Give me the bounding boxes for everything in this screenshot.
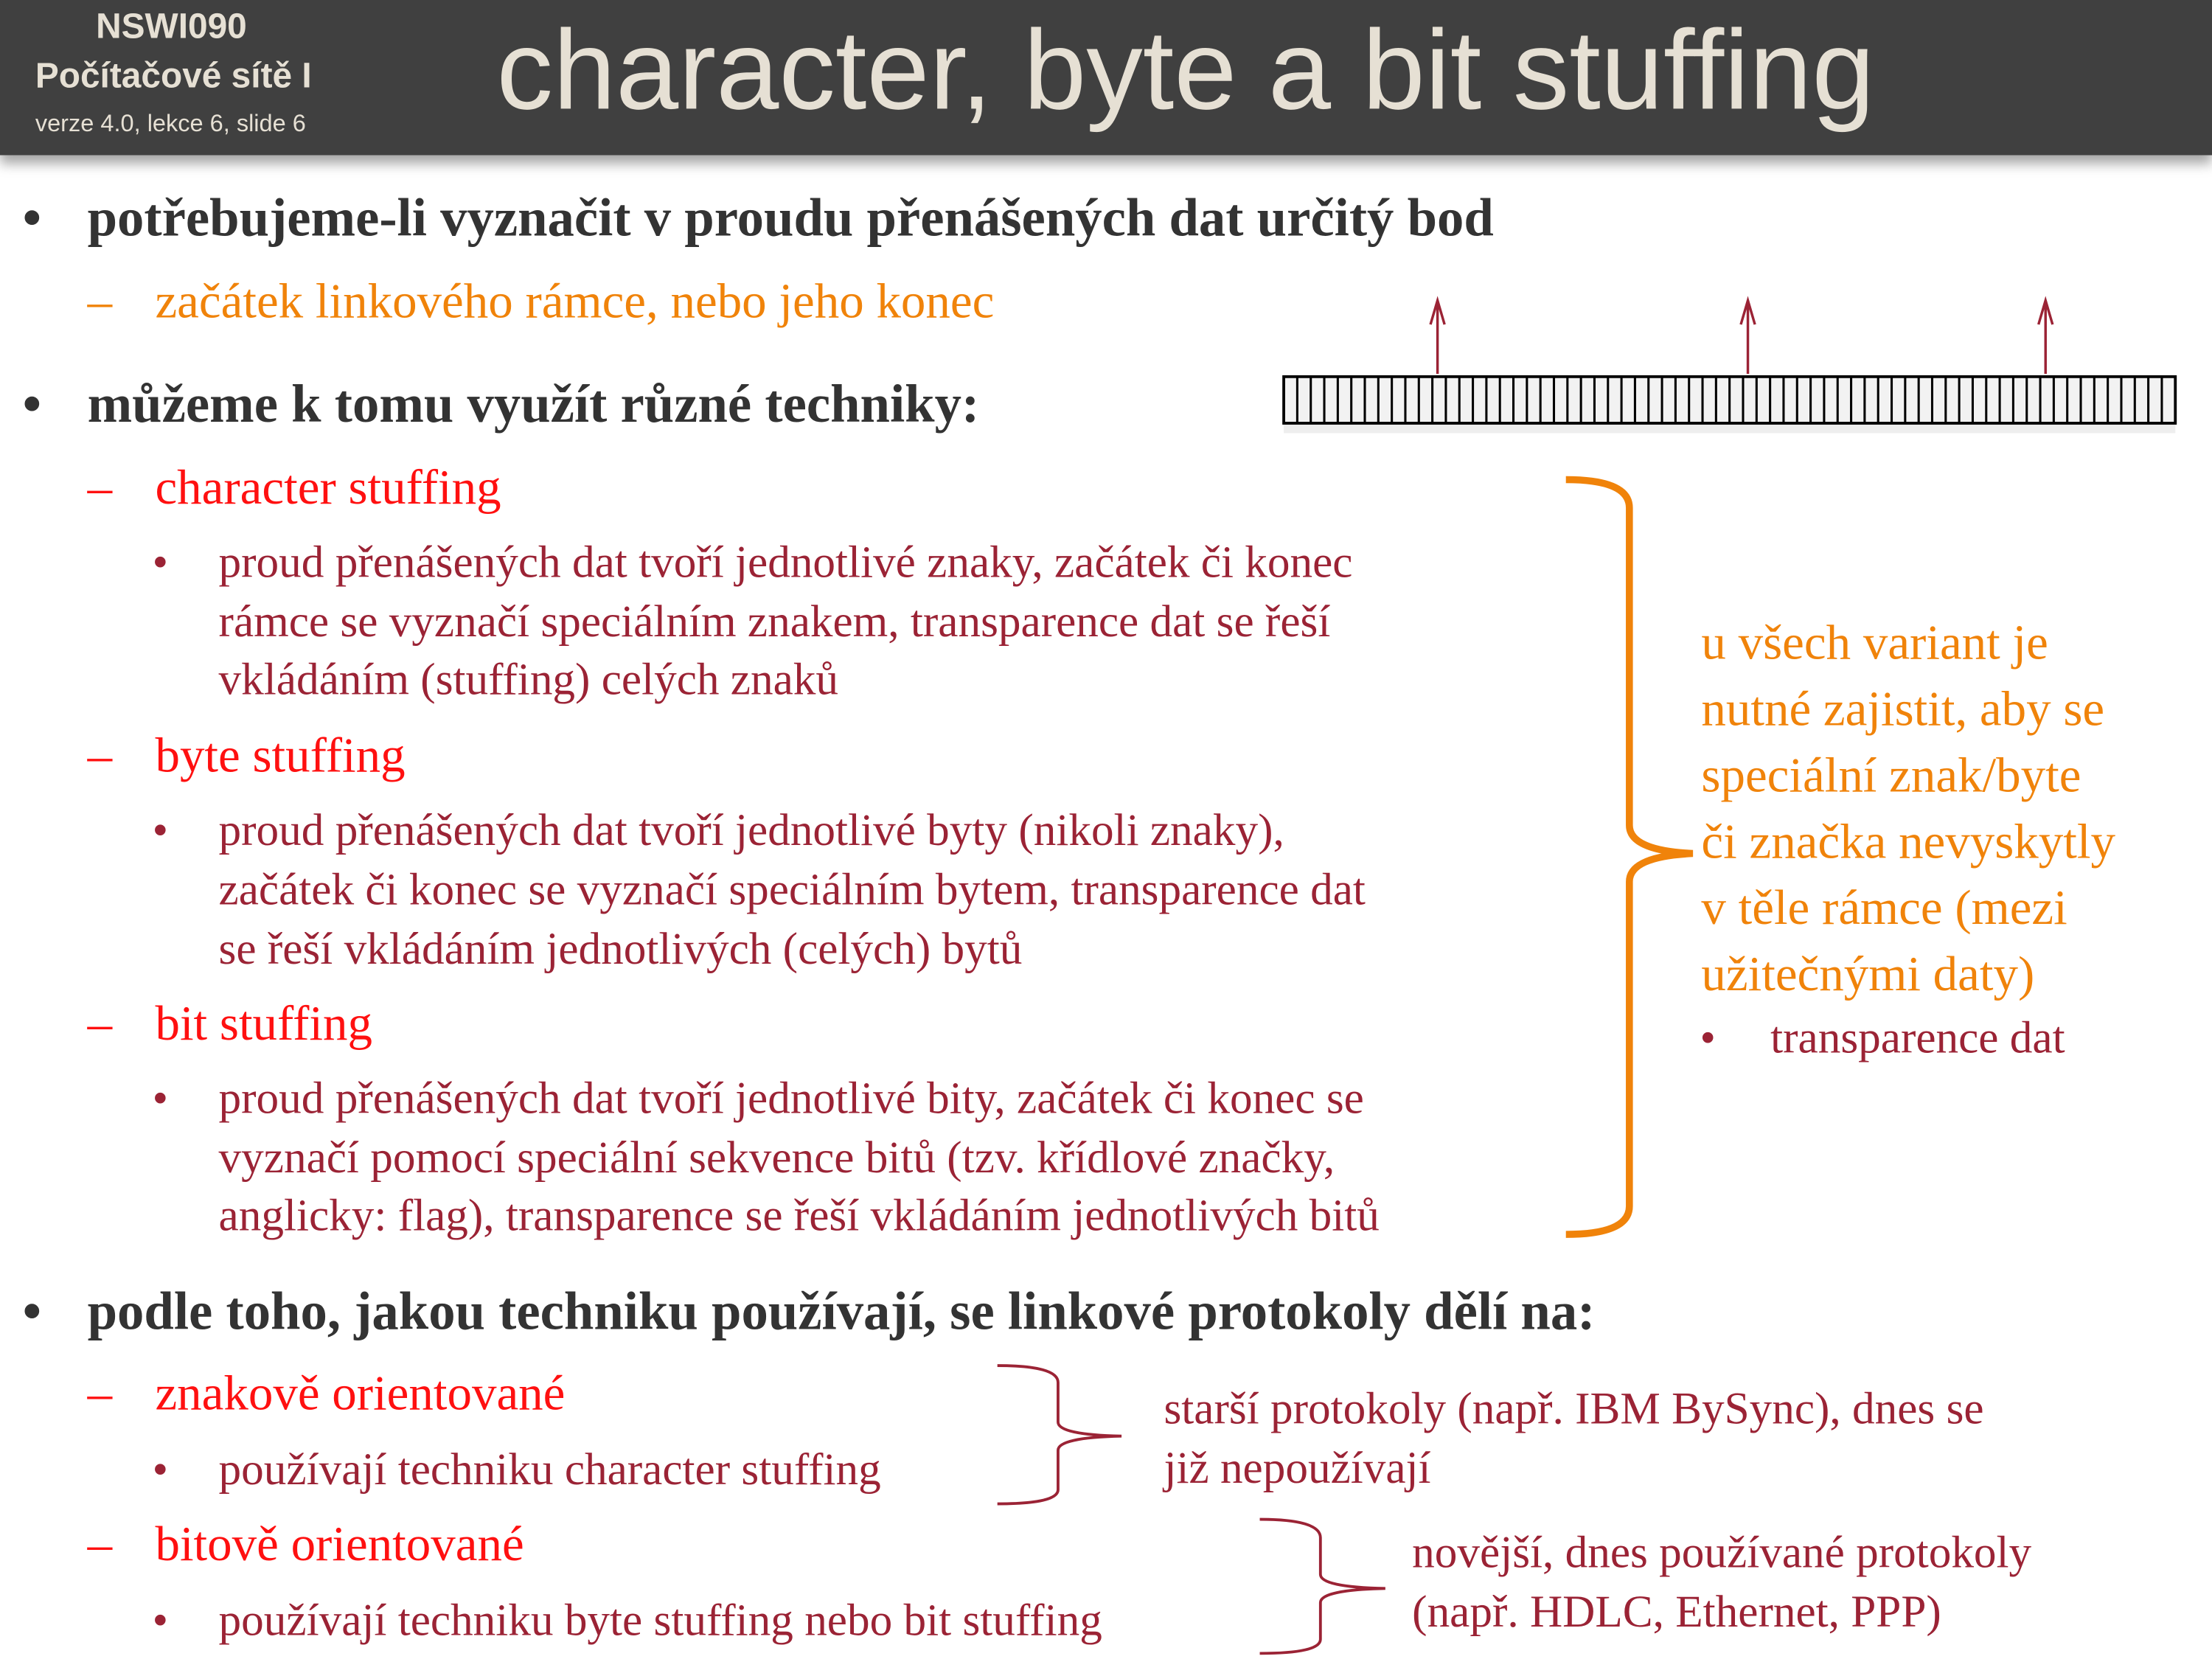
large-orange-brace <box>1565 476 1694 1238</box>
brace-char-oriented <box>997 1364 1122 1506</box>
up-arrow-icon <box>1429 296 1446 375</box>
up-arrow-icon <box>1739 296 1756 375</box>
up-arrow-icon <box>2037 296 2054 375</box>
brace-bit-oriented <box>1259 1517 1385 1655</box>
slide: NSWI090 Počítačové sítě I verze 4.0, lek… <box>0 0 2212 1659</box>
bit-stream-strip <box>1282 375 2177 434</box>
frame-boundary-arrows <box>1429 296 2054 375</box>
diagram-layer <box>997 296 2177 1655</box>
